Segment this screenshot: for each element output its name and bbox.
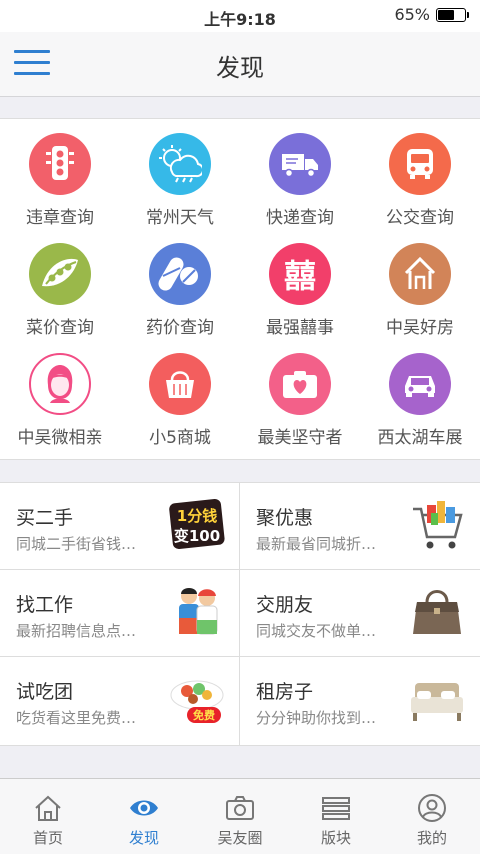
card-second-hand[interactable]: 买二手 同城二手街省钱… 1分钱 变100: [0, 483, 239, 569]
grid-label: 最美坚守者: [257, 428, 343, 448]
pill-icon: [149, 243, 211, 305]
grid-label: 最强囍事: [266, 318, 334, 338]
one-cent-sticker: 1分钱 变100: [169, 499, 225, 550]
card-title: 交朋友: [256, 594, 314, 616]
tab-discover[interactable]: 发现: [96, 779, 192, 854]
traffic-light-icon: [29, 133, 91, 195]
grid-item-medicine-price[interactable]: 药价查询: [120, 229, 240, 339]
pea-icon: [29, 243, 91, 305]
grid-item-matchmaking[interactable]: 中吴微相亲: [0, 339, 120, 449]
tab-mine[interactable]: 我的: [384, 779, 480, 854]
card-title: 找工作: [16, 594, 74, 616]
feature-card-list: 买二手 同城二手街省钱… 1分钱 变100 聚优惠 最新最省同城折… 找工作 最…: [0, 482, 480, 746]
grid-item-bus[interactable]: 公交查询: [360, 119, 480, 229]
handbag-photo: [413, 590, 461, 634]
grid-label: 快递查询: [266, 208, 334, 228]
workers-photo: [179, 588, 218, 635]
grid-item-wedding[interactable]: 囍 最强囍事: [240, 229, 360, 339]
grid-label: 中吴好房: [386, 318, 454, 338]
tab-label: 吴友圈: [217, 829, 263, 847]
eye-icon: [130, 800, 158, 816]
grid-label: 药价查询: [146, 318, 214, 338]
camera-icon: [226, 796, 254, 820]
card-title: 租房子: [256, 681, 314, 703]
page-title: 发现: [216, 54, 264, 82]
grid-item-car-show[interactable]: 西太湖车展: [360, 339, 480, 449]
card-subtitle: 同城交友不做单…: [256, 622, 377, 640]
grid-item-violation[interactable]: 违章查询: [0, 119, 120, 229]
bus-icon: [389, 133, 451, 195]
grid-label: 菜价查询: [26, 318, 94, 338]
card-title: 买二手: [16, 507, 74, 529]
card-jobs[interactable]: 找工作 最新招聘信息点…: [0, 570, 239, 656]
card-subtitle: 同城二手街省钱…: [16, 535, 137, 553]
card-subtitle: 分分钟助你找到…: [256, 709, 377, 727]
house-icon: [389, 243, 451, 305]
svg-text:变100: 变100: [174, 527, 220, 545]
nav-bar: 发现: [0, 32, 480, 97]
card-title: 试吃团: [16, 681, 74, 703]
grid-label: 小5商城: [149, 428, 211, 448]
tab-label: 版块: [320, 829, 351, 847]
tab-label: 首页: [32, 829, 63, 847]
grid-item-vegetable-price[interactable]: 菜价查询: [0, 229, 120, 339]
battery-indicator: 65%: [394, 5, 469, 24]
card-subtitle: 最新招聘信息点…: [16, 622, 137, 640]
tab-bar: 首页 发现 吴友圈 版块 我的: [0, 778, 480, 854]
card-title: 聚优惠: [256, 507, 314, 529]
svg-text:1分钱: 1分钱: [177, 507, 217, 525]
tab-label: 我的: [416, 829, 447, 847]
battery-icon: [436, 7, 469, 22]
user-icon: [418, 794, 446, 822]
grid-item-mall[interactable]: 小5商城: [120, 339, 240, 449]
free-food-plate: 免费: [170, 680, 224, 723]
card-rent-house[interactable]: 租房子 分分钟助你找到…: [240, 657, 479, 743]
service-grid: 违章查询 常州天气 快递查询 公交查询 菜价查询 药价查询 囍 最强囍事 中吴好…: [0, 118, 480, 460]
grid-label: 中吴微相亲: [17, 428, 103, 448]
card-subtitle: 最新最省同城折…: [256, 535, 377, 553]
tab-moments[interactable]: 吴友圈: [192, 779, 288, 854]
tab-label: 发现: [128, 829, 159, 847]
tab-home[interactable]: 首页: [0, 779, 96, 854]
battery-percent: 65%: [394, 5, 430, 24]
bed-photo: [411, 683, 463, 721]
card-food-tasting[interactable]: 试吃团 吃货看这里免费… 免费: [0, 657, 239, 743]
shopping-cart-icon: [413, 501, 463, 549]
list-icon: [322, 797, 350, 820]
home-icon: [35, 795, 61, 821]
shopping-bag-icon: [149, 353, 211, 415]
grid-label: 常州天气: [146, 208, 214, 228]
grid-label: 公交查询: [386, 208, 454, 228]
car-icon: [389, 353, 451, 415]
weather-icon: [149, 133, 211, 195]
truck-icon: [269, 133, 331, 195]
grid-item-express[interactable]: 快递查询: [240, 119, 360, 229]
grid-label: 西太湖车展: [377, 428, 463, 448]
camera-heart-icon: [269, 353, 331, 415]
status-bar: 上午9:18 65%: [0, 0, 480, 32]
girl-avatar-icon: [29, 353, 91, 415]
grid-item-house[interactable]: 中吴好房: [360, 229, 480, 339]
svg-text:免费: 免费: [193, 708, 215, 722]
card-friends[interactable]: 交朋友 同城交友不做单…: [240, 570, 479, 656]
card-subtitle: 吃货看这里免费…: [16, 709, 137, 727]
grid-item-guardian[interactable]: 最美坚守者: [240, 339, 360, 449]
grid-item-weather[interactable]: 常州天气: [120, 119, 240, 229]
grid-label: 违章查询: [26, 208, 94, 228]
card-deals[interactable]: 聚优惠 最新最省同城折…: [240, 483, 479, 569]
tab-sections[interactable]: 版块: [288, 779, 384, 854]
double-happiness-icon: 囍: [269, 243, 331, 305]
